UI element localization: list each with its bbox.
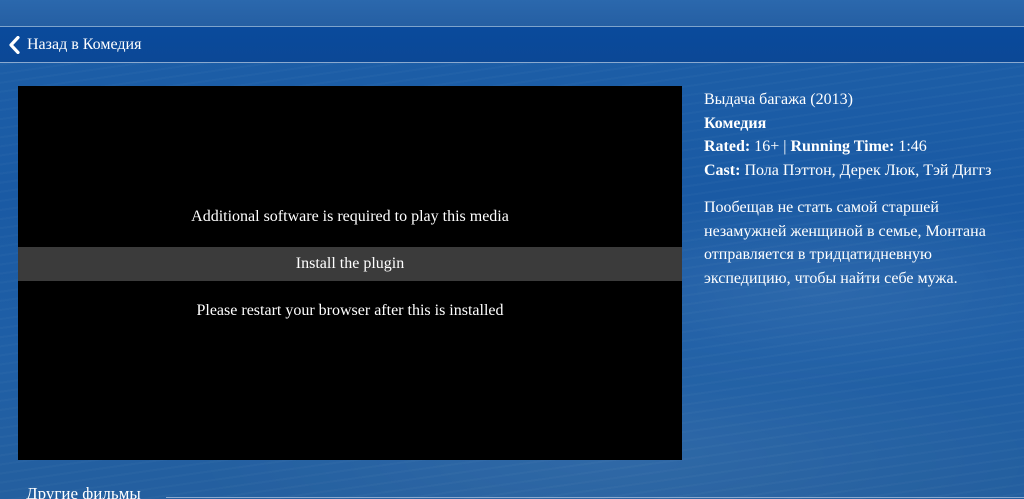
cast-value: Пола Пэттон, Дерек Люк, Тэй Диггз (744, 161, 992, 179)
back-link-label: Назад в Комедия (27, 35, 142, 53)
runtime-label: Running Time: (790, 138, 895, 155)
movie-title: Выдача багажа (2013) (704, 91, 853, 108)
other-films-heading: Другие фильмы (26, 484, 141, 499)
nav-bar: Назад в Комедия (0, 27, 1024, 63)
movie-genre: Комедия (704, 114, 767, 132)
install-plugin-button[interactable]: Install the plugin (18, 247, 682, 281)
movie-cast: Cast: Пола Пэттон, Дерек Люк, Тэй Диггз (704, 159, 1004, 183)
restart-browser-message: Please restart your browser after this i… (196, 302, 504, 319)
top-strip (0, 0, 1024, 27)
movie-meta: Rated: 16+ | Running Time: 1:46 (704, 135, 1004, 159)
cast-label: Cast: (704, 161, 741, 179)
rated-label: Rated: (704, 138, 751, 155)
meta-separator: | (783, 138, 787, 155)
movie-info: Выдача багажа (2013) Комедия Rated: 16+ … (704, 88, 1004, 290)
chevron-left-icon (9, 35, 20, 54)
media-player: Additional software is required to play … (18, 86, 682, 460)
plugin-required-message: Additional software is required to play … (191, 208, 509, 225)
movie-description: Пообещав не стать самой старшей незамужн… (704, 199, 986, 287)
rated-value: 16+ (754, 138, 780, 155)
runtime-value: 1:46 (898, 138, 927, 155)
back-link[interactable]: Назад в Комедия (8, 35, 142, 54)
section-divider (166, 497, 1024, 498)
